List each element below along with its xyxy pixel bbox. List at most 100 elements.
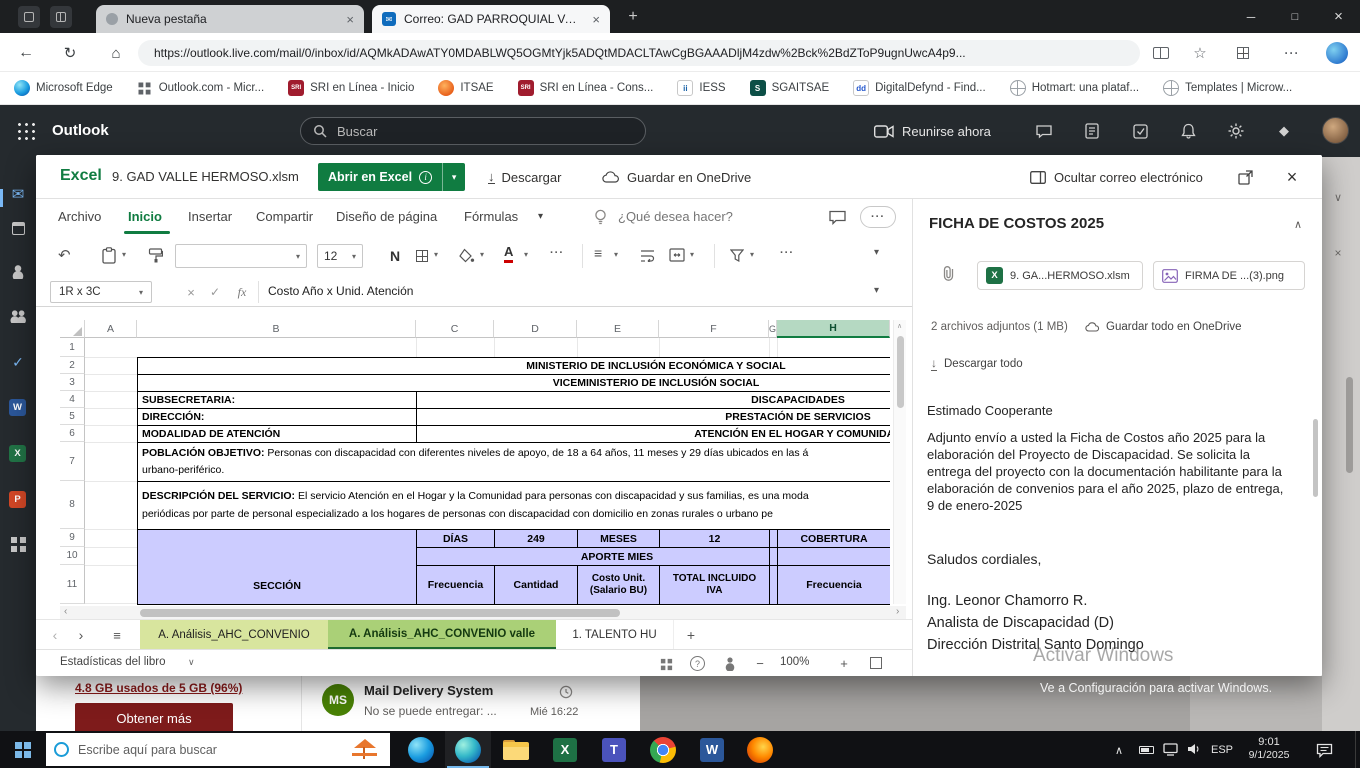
favorites-star-icon[interactable]: ☆ (1188, 41, 1212, 65)
sender-avatar[interactable]: MS (322, 684, 354, 716)
column-header-f[interactable]: F (659, 320, 769, 338)
align-dropdown-icon[interactable]: ▾ (614, 250, 618, 259)
taskbar-excel-icon[interactable]: X (542, 731, 588, 768)
tab-close-icon[interactable]: × (346, 13, 354, 26)
help-icon[interactable]: ? (690, 656, 705, 671)
attachment-chip-xlsm[interactable]: X 9. GA...HERMOSO.xlsm (977, 261, 1143, 290)
home-icon[interactable]: ⌂ (104, 41, 128, 65)
account-avatar[interactable] (1322, 117, 1349, 144)
ribbon-tab-inicio[interactable]: Inicio (128, 209, 162, 224)
powerpoint-rail-icon[interactable]: P (9, 491, 26, 508)
cell-meses-label[interactable]: MESES (577, 529, 659, 547)
taskbar-word-icon[interactable]: W (689, 731, 735, 768)
cell-costo-unit[interactable]: Costo Unit. (Salario BU) (577, 565, 659, 604)
cell-direccion-value[interactable]: PRESTACIÓN DE SERVICIOS (416, 408, 890, 425)
column-header-c[interactable]: C (416, 320, 494, 338)
hscroll-right-icon[interactable]: › (896, 606, 899, 617)
favorite-item[interactable]: Hotmart: una plataf... (1010, 80, 1139, 96)
tray-volume-icon[interactable] (1184, 740, 1204, 758)
cell-seccion[interactable]: SECCIÓN (137, 529, 416, 604)
accessibility-icon[interactable] (722, 656, 738, 672)
zoom-in-icon[interactable]: + (836, 655, 852, 671)
save-all-onedrive-link[interactable]: Guardar todo en OneDrive (1085, 318, 1242, 336)
favorite-item[interactable]: Outlook.com - Micr... (137, 80, 264, 96)
taskbar-edge-active-icon[interactable] (445, 731, 491, 768)
close-preview-icon[interactable]: × (1278, 163, 1306, 191)
cancel-entry-icon[interactable]: × (182, 283, 200, 301)
taskbar-chrome-icon[interactable] (640, 731, 686, 768)
save-onedrive-button[interactable]: Guardar en OneDrive (602, 167, 751, 187)
app-launcher-icon[interactable] (16, 121, 36, 141)
row-header-1[interactable]: 1 (60, 338, 85, 357)
ribbon-tab-archivo[interactable]: Archivo (58, 209, 101, 224)
cell-dias-value[interactable]: 249 (494, 529, 577, 547)
borders-icon[interactable] (414, 248, 430, 264)
more-apps-icon[interactable] (9, 535, 27, 553)
word-rail-icon[interactable]: W (9, 399, 26, 416)
format-painter-icon[interactable] (146, 246, 164, 264)
email-scrollbar-thumb[interactable] (1313, 419, 1318, 497)
ribbon-more-tabs-icon[interactable]: ▾ (538, 211, 543, 222)
message-sender[interactable]: Mail Delivery System (364, 683, 544, 698)
column-header-a[interactable]: A (85, 320, 137, 338)
window-minimize-button[interactable]: ─ (1229, 0, 1273, 33)
bold-button[interactable]: N (384, 244, 406, 268)
sheet-tab[interactable]: A. Análisis_AHC_CONVENIO (140, 620, 328, 650)
cell-frecuencia-1[interactable]: Frecuencia (416, 565, 494, 604)
popout-icon[interactable] (1234, 167, 1256, 187)
browser-tab-active[interactable]: ✉ Correo: GAD PARROQUIAL VALLE × (372, 5, 610, 33)
font-overflow-icon[interactable]: ··· (550, 247, 564, 259)
taskbar-teams-icon[interactable]: T (591, 731, 637, 768)
row-header-9[interactable]: 9 (60, 529, 85, 547)
select-all-corner[interactable] (60, 320, 85, 338)
confirm-entry-icon[interactable]: ✓ (206, 283, 224, 301)
mail-icon[interactable]: ✉ (9, 185, 27, 203)
get-more-button[interactable]: Obtener más (75, 703, 233, 733)
taskbar-file-explorer-icon[interactable] (493, 731, 539, 768)
tray-show-hidden-icon[interactable]: ∧ (1110, 741, 1128, 759)
paste-dropdown-icon[interactable]: ▾ (122, 250, 126, 259)
open-in-excel-button[interactable]: Abrir en Excel i ▾ (318, 163, 465, 191)
column-header-b[interactable]: B (137, 320, 416, 338)
font-size-combobox[interactable]: 12▾ (317, 244, 363, 268)
tray-language[interactable]: ESP (1208, 742, 1236, 757)
cell-total-iva[interactable]: TOTAL INCLUIDO IVA (659, 565, 769, 604)
cell-aporte-mies[interactable]: APORTE MIES (416, 547, 769, 565)
column-header-g[interactable]: G (769, 320, 777, 338)
zoom-out-icon[interactable]: − (752, 655, 768, 671)
ribbon-tab-compartir[interactable]: Compartir (256, 209, 313, 224)
column-header-e[interactable]: E (577, 320, 659, 338)
cell-direccion-label[interactable]: DIRECCIÓN: (137, 408, 416, 425)
font-name-combobox[interactable]: ▾ (175, 244, 307, 268)
onenote-icon[interactable] (1080, 119, 1104, 143)
calendar-icon[interactable] (9, 219, 27, 237)
message-preview[interactable]: No se puede entregar: ... (364, 704, 544, 718)
cell-g11[interactable] (769, 565, 777, 604)
viewer-filename[interactable]: 9. GAD VALLE HERMOSO.xlsm (112, 169, 302, 184)
row-header-10[interactable]: 10 (60, 547, 85, 565)
split-screen-icon[interactable] (1150, 43, 1172, 63)
people-icon[interactable] (9, 263, 27, 281)
taskbar-search-box[interactable]: Escribe aquí para buscar (46, 733, 390, 766)
vscroll-thumb[interactable] (897, 336, 904, 408)
expand-formula-bar-icon[interactable]: ▾ (874, 285, 879, 296)
undo-icon[interactable]: ↶ (58, 246, 71, 264)
ribbon-overflow-button[interactable]: ··· (860, 206, 896, 228)
hide-email-button[interactable]: Ocultar correo electrónico (1030, 167, 1203, 187)
sort-filter-icon[interactable] (728, 246, 746, 264)
cell-cobertura[interactable]: COBERTURA (777, 529, 890, 547)
merge-dropdown-icon[interactable]: ▾ (690, 250, 694, 259)
fx-icon[interactable]: fx (232, 283, 252, 301)
row-header-5[interactable]: 5 (60, 408, 85, 425)
workspaces-icon[interactable] (50, 6, 72, 28)
fill-color-icon[interactable] (458, 246, 476, 264)
sheet-list-icon[interactable]: ≡ (108, 626, 126, 644)
meet-now-button[interactable]: Reunirse ahora (874, 119, 991, 143)
sheet-tab[interactable]: 1. TALENTO HU (556, 620, 674, 650)
storage-quota-link[interactable]: 4.8 GB usados de 5 GB (96%) (75, 681, 242, 695)
cell-dias-label[interactable]: DÍAS (416, 529, 494, 547)
download-button[interactable]: ↓ Descargar (488, 167, 561, 187)
row-header-11[interactable]: 11 (60, 565, 85, 604)
show-desktop-sliver[interactable] (1355, 731, 1360, 768)
tell-me-label[interactable]: ¿Qué desea hacer? (618, 209, 733, 224)
